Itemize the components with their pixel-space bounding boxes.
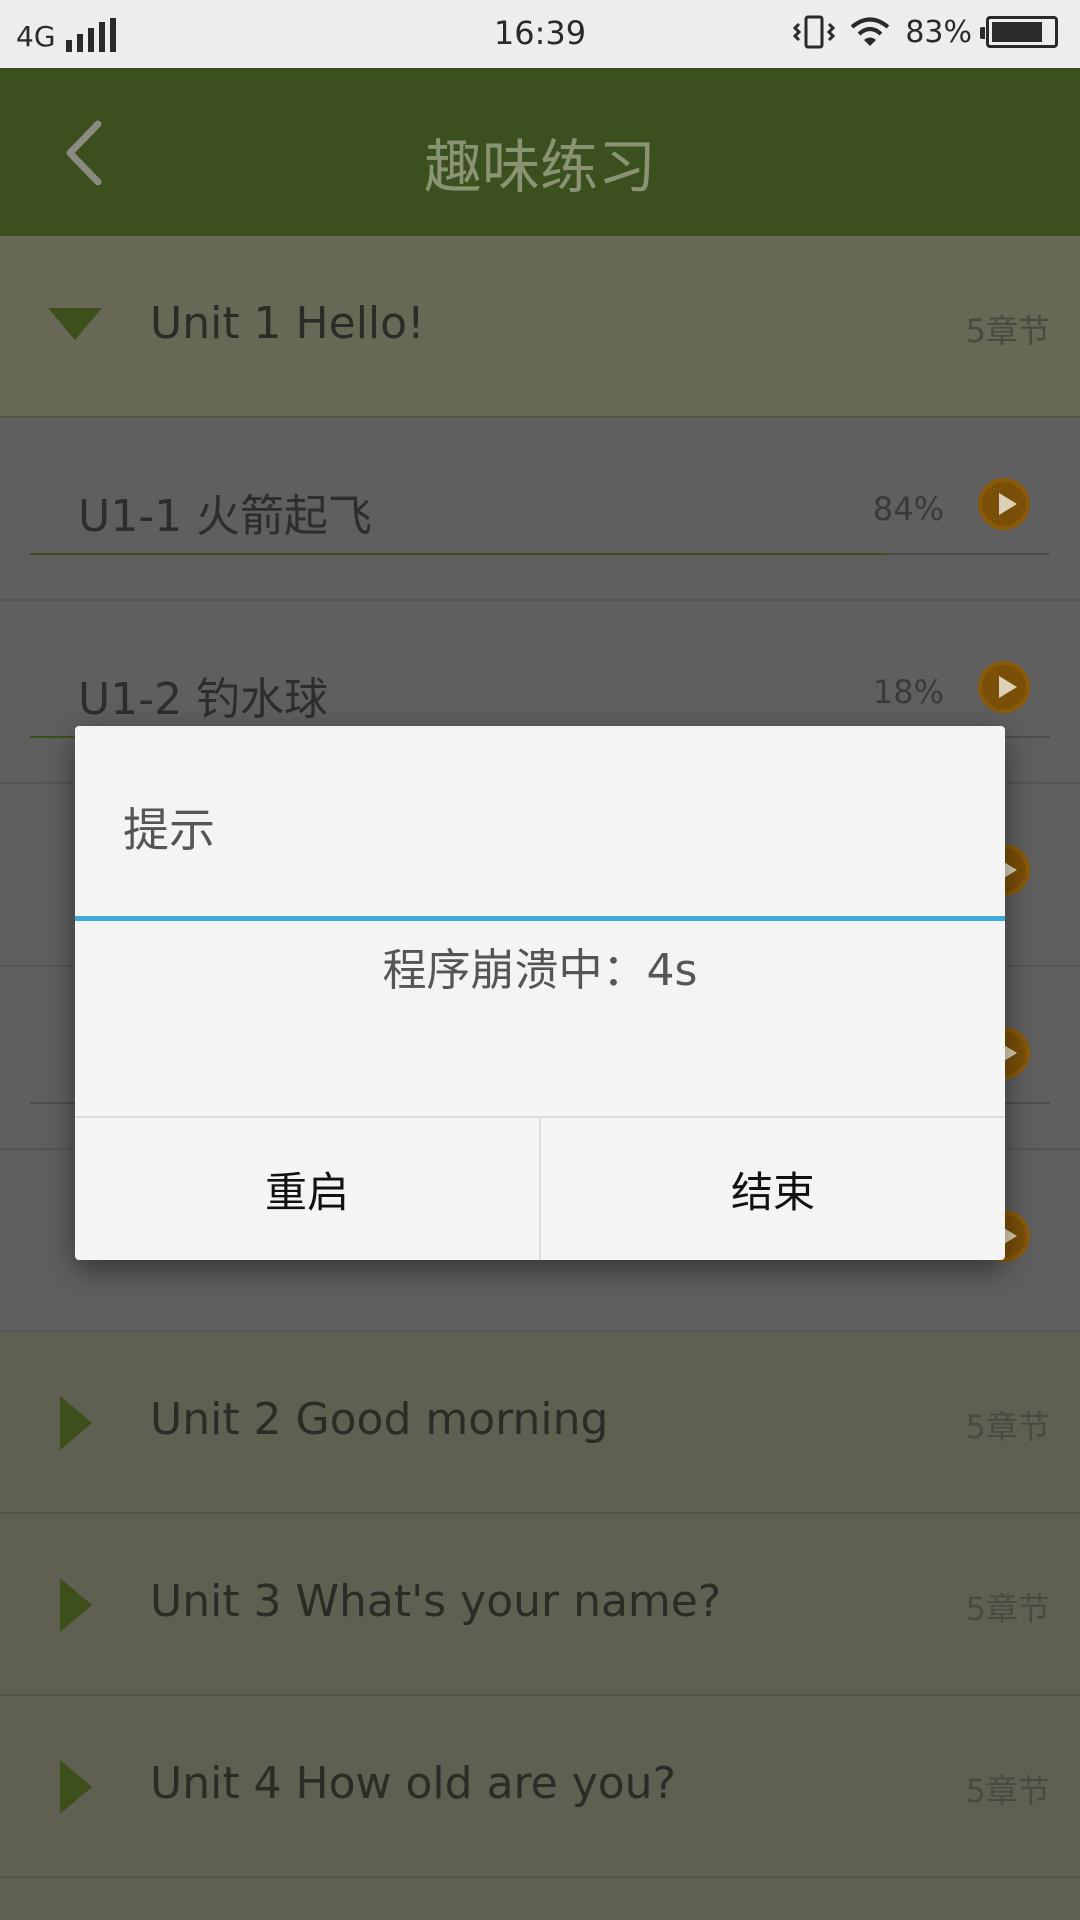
battery-icon (980, 16, 1058, 48)
expanded-arrow-icon (48, 308, 102, 340)
lesson-item[interactable]: U1-1 火箭起飞 84% (0, 418, 1080, 601)
dialog-message: 程序崩溃中：4s (382, 945, 698, 996)
unit-title: Unit 1 Hello! (150, 298, 425, 349)
unit-title: Unit 3 What's your name? (150, 1576, 722, 1627)
dialog-divider (75, 916, 1005, 921)
dialog-title: 提示 (123, 803, 215, 857)
lesson-percent: 18% (872, 673, 944, 711)
end-button[interactable]: 结束 (539, 1118, 1005, 1260)
unit-row[interactable]: Unit 4 How old are you? 5章节 (0, 1696, 1080, 1878)
unit-count: 5章节 (965, 312, 1050, 350)
alert-dialog: 提示 程序崩溃中：4s 重启 结束 (75, 726, 1005, 1260)
unit-row[interactable]: Unit 2 Good morning 5章节 (0, 1332, 1080, 1514)
wifi-icon (851, 17, 890, 46)
collapsed-arrow-icon (60, 1396, 92, 1450)
lesson-title: U1-2 钓水球 (78, 674, 329, 725)
battery-percent: 83% (905, 14, 972, 50)
app-bar: 趣味练习 (0, 68, 1080, 236)
lesson-percent: 84% (872, 490, 944, 528)
unit-title: Unit 4 How old are you? (150, 1758, 676, 1809)
collapsed-arrow-icon (60, 1578, 92, 1632)
collapsed-arrow-icon (60, 1760, 92, 1814)
unit-count: 5章节 (965, 1772, 1050, 1810)
unit-count: 5章节 (965, 1590, 1050, 1628)
unit-row[interactable]: Unit 1 Hello! 5章节 (0, 236, 1080, 418)
lesson-title: U1-1 火箭起飞 (78, 491, 373, 542)
unit-count: 5章节 (965, 1408, 1050, 1446)
play-icon[interactable] (978, 478, 1030, 530)
status-bar: 4G 16:39 83% (0, 0, 1080, 68)
vibrate-icon (793, 15, 836, 49)
play-icon[interactable] (978, 661, 1030, 713)
lesson-progress (30, 553, 1050, 555)
unit-row[interactable]: Unit 3 What's your name? 5章节 (0, 1514, 1080, 1696)
restart-button[interactable]: 重启 (75, 1118, 539, 1260)
dialog-buttons: 重启 结束 (75, 1116, 1005, 1260)
page-title: 趣味练习 (423, 133, 656, 201)
unit-title: Unit 2 Good morning (150, 1394, 609, 1445)
